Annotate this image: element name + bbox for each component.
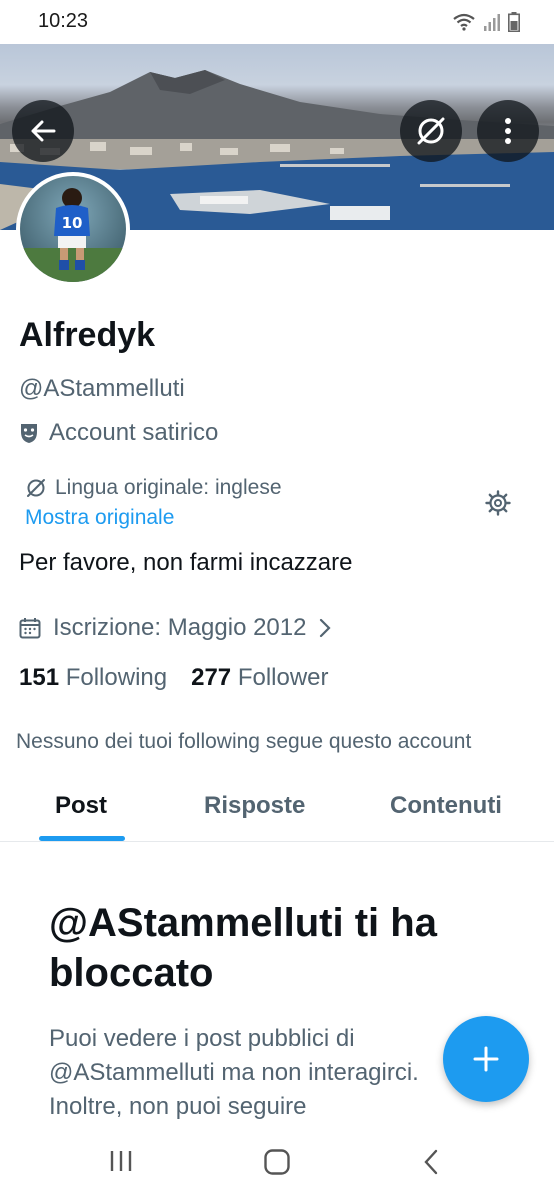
translation-settings-button[interactable] [484, 489, 512, 522]
battery-icon [508, 12, 520, 32]
recent-apps-icon [110, 1151, 132, 1171]
joined-date-row[interactable]: Iscrizione: Maggio 2012 [19, 614, 332, 642]
avatar[interactable]: 10 [16, 172, 130, 286]
account-label: Account satirico [19, 419, 218, 447]
following-count: 151 [19, 664, 60, 691]
followers-link[interactable]: 277 Follower [191, 664, 328, 692]
tab-contenuti[interactable]: Contenuti [390, 792, 502, 820]
active-tab-indicator [39, 836, 125, 841]
followers-label: Follower [237, 664, 329, 691]
wifi-icon [453, 13, 475, 31]
account-label-text: Account satirico [49, 419, 219, 446]
home-button[interactable] [263, 1148, 291, 1181]
calendar-icon [19, 618, 41, 639]
mutual-followers-note: Nessuno dei tuoi following segue questo … [16, 730, 472, 753]
back-button[interactable] [12, 100, 74, 162]
profile-bio: Per favore, non farmi incazzare [19, 549, 353, 576]
home-icon [264, 1149, 290, 1175]
show-original-link[interactable]: Mostra originale [25, 506, 174, 530]
status-time: 10:23 [38, 10, 89, 32]
translation-note-text: Lingua originale: inglese [55, 476, 282, 499]
back-icon [424, 1149, 438, 1175]
tab-post[interactable]: Post [55, 792, 107, 820]
compose-post-button[interactable] [443, 1016, 529, 1102]
theater-mask-icon [21, 424, 37, 443]
system-nav-bar [0, 1126, 554, 1200]
following-label: Following [65, 664, 168, 691]
blocked-description: Puoi vedere i post pubblici di @AStammel… [49, 1025, 419, 1120]
more-options-button[interactable] [477, 100, 539, 162]
translate-icon [27, 479, 45, 497]
plus-icon [473, 1046, 499, 1072]
follow-stats: 151 Following 277 Follower [19, 664, 329, 692]
more-vertical-icon [505, 118, 511, 144]
status-icons [452, 12, 520, 32]
recent-apps-button[interactable] [108, 1148, 134, 1179]
player-number-10-avatar: 10 [20, 176, 126, 282]
profile-tabs: Post Risposte Contenuti [0, 776, 554, 842]
translate-icon [417, 117, 445, 145]
tab-risposte[interactable]: Risposte [204, 792, 305, 820]
profile-name: Alfredyk [19, 316, 156, 354]
signal-icon [484, 14, 500, 31]
chevron-right-icon [320, 618, 332, 638]
translate-button[interactable] [400, 100, 462, 162]
system-back-button[interactable] [422, 1148, 440, 1181]
joined-date-text: Iscrizione: Maggio 2012 [53, 614, 307, 641]
followers-count: 277 [191, 664, 232, 691]
profile-handle: @AStammelluti [19, 375, 185, 402]
blocked-title: @AStammelluti ti ha bloccato [49, 901, 437, 995]
status-bar: 10:23 [0, 0, 554, 44]
arrow-left-icon [31, 120, 56, 142]
following-link[interactable]: 151 Following [19, 664, 167, 692]
svg-text:10: 10 [62, 214, 83, 232]
translation-note: Lingua originale: inglese [25, 476, 282, 500]
gear-icon [485, 490, 511, 516]
